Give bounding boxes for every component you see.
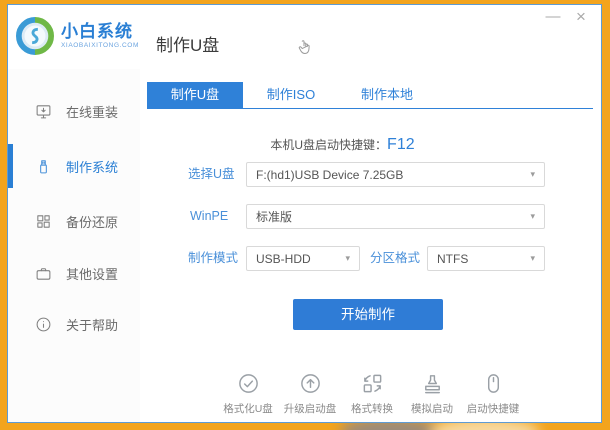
tool-label: 格式化U盘 xyxy=(223,403,273,415)
settings-case-icon xyxy=(36,267,51,280)
sidebar-item-label: 在线重装 xyxy=(66,104,119,120)
info-circle-icon xyxy=(36,317,51,331)
usb-device-value: F:(hd1)USB Device 7.25GB xyxy=(256,167,404,182)
page-title: 制作U盘 xyxy=(156,36,220,55)
make-mode-label: 制作模式 xyxy=(188,251,239,265)
tool-label: 启动快捷键 xyxy=(466,403,520,415)
monitor-reinstall-icon xyxy=(36,104,51,118)
logo-swirl-icon xyxy=(16,17,54,55)
chevron-down-icon: ▾ xyxy=(530,169,535,179)
tool-boot-hotkey[interactable]: 启动快捷键 xyxy=(457,372,529,416)
sidebar-item-other-settings[interactable]: 其他设置 xyxy=(8,252,140,294)
hand-cursor-icon xyxy=(294,35,316,66)
brand-domain: XIAOBAIXITONG.COM xyxy=(61,41,139,49)
main-panel: 制作U盘 制作ISO 制作本地 本机U盘启动快捷键：F12 选择U盘 F:(hd… xyxy=(140,69,601,422)
select-usb-label: 选择U盘 xyxy=(188,167,235,181)
sidebar-item-about-help[interactable]: 关于帮助 xyxy=(8,303,140,345)
chevron-down-icon: ▾ xyxy=(530,211,535,221)
desktop-background: 小白系统 XIAOBAIXITONG.COM 制作U盘 — × 在线重装 制作系… xyxy=(0,0,610,430)
hotkey-value: F12 xyxy=(387,136,415,153)
tool-label: 格式转换 xyxy=(351,403,393,415)
titlebar: 小白系统 XIAOBAIXITONG.COM 制作U盘 — × xyxy=(8,5,601,69)
hotkey-hint-text: 本机U盘启动快捷键： xyxy=(270,138,388,152)
start-make-button[interactable]: 开始制作 xyxy=(293,299,443,330)
check-circle-icon xyxy=(238,374,258,393)
usb-drive-icon xyxy=(40,159,47,173)
make-mode-select[interactable]: USB-HDD ▾ xyxy=(246,246,360,271)
sidebar-item-make-system[interactable]: 制作系统 xyxy=(8,144,140,188)
sidebar-item-label: 备份还原 xyxy=(66,214,119,230)
sidebar-item-backup-restore[interactable]: 备份还原 xyxy=(8,200,140,242)
tab-bar: 制作U盘 制作ISO 制作本地 xyxy=(147,82,593,109)
tab-make-local[interactable]: 制作本地 xyxy=(339,82,435,108)
mouse-icon xyxy=(487,374,499,393)
tools-row: 格式化U盘 升级启动盘 格式转换 模拟启动 启动快捷键 xyxy=(140,372,601,430)
sidebar: 在线重装 制作系统 备份还原 其他设置 关于帮助 xyxy=(8,69,140,422)
sidebar-item-label: 制作系统 xyxy=(66,159,119,175)
make-mode-value: USB-HDD xyxy=(256,251,311,266)
tab-make-usb[interactable]: 制作U盘 xyxy=(147,82,243,108)
tab-make-iso[interactable]: 制作ISO xyxy=(243,82,339,108)
app-window: 小白系统 XIAOBAIXITONG.COM 制作U盘 — × 在线重装 制作系… xyxy=(7,4,602,423)
minimize-button[interactable]: — xyxy=(543,7,563,27)
winpe-label: WinPE xyxy=(190,209,229,223)
convert-icon xyxy=(363,374,381,393)
close-button[interactable]: × xyxy=(571,7,591,27)
winpe-select[interactable]: 标准版 ▾ xyxy=(246,204,545,229)
winpe-value: 标准版 xyxy=(256,210,293,224)
partition-format-value: NTFS xyxy=(437,251,469,266)
active-indicator xyxy=(8,144,13,188)
partition-format-label: 分区格式 xyxy=(370,251,421,265)
app-logo: 小白系统 XIAOBAIXITONG.COM xyxy=(16,17,139,55)
usb-device-select[interactable]: F:(hd1)USB Device 7.25GB ▾ xyxy=(246,162,545,187)
tool-label: 升级启动盘 xyxy=(283,403,337,415)
backup-restore-icon xyxy=(37,214,50,228)
brand-name: 小白系统 xyxy=(61,21,133,41)
chevron-down-icon: ▾ xyxy=(345,253,350,263)
tool-label: 模拟启动 xyxy=(411,403,453,415)
sidebar-item-online-reinstall[interactable]: 在线重装 xyxy=(8,90,140,132)
partition-format-select[interactable]: NTFS ▾ xyxy=(427,246,545,271)
sidebar-item-label: 其他设置 xyxy=(66,266,119,282)
stamp-icon xyxy=(424,375,440,394)
chevron-down-icon: ▾ xyxy=(530,253,535,263)
boot-hotkey-hint: 本机U盘启动快捷键：F12 xyxy=(140,136,545,154)
sidebar-item-label: 关于帮助 xyxy=(66,317,119,333)
arrow-up-circle-icon xyxy=(300,374,320,393)
